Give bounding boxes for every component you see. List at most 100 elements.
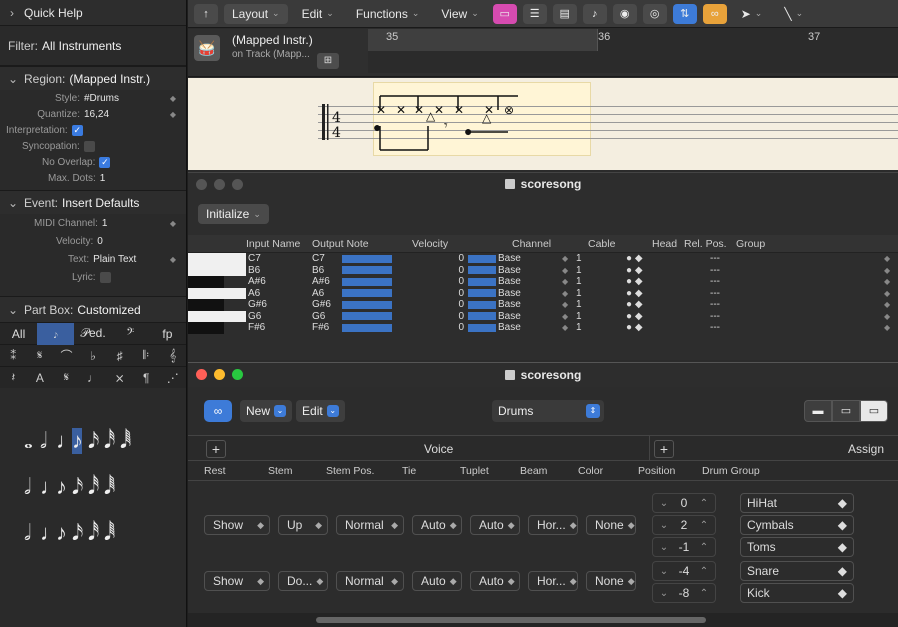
window-titlebar[interactable]: scoresong: [188, 173, 898, 195]
channel-cell[interactable]: Base: [498, 253, 562, 264]
drum-group-popup[interactable]: Cymbals ◆: [740, 515, 854, 535]
piano-key[interactable]: [188, 287, 246, 299]
partbox-tab-notes[interactable]: 𝆕: [37, 322, 75, 345]
inspector-view-icon[interactable]: ▤: [552, 3, 577, 24]
col-input-name[interactable]: Input Name: [246, 238, 312, 250]
view-mode-2[interactable]: ▭: [832, 400, 860, 422]
velocity-bar[interactable]: [468, 266, 498, 275]
symbol-icon[interactable]: 𝄋: [27, 348, 54, 363]
output-note-bar[interactable]: [342, 277, 398, 286]
window-titlebar[interactable]: scoresong: [188, 363, 898, 387]
velocity-prop[interactable]: Velocity: 0: [0, 232, 186, 250]
link-icon[interactable]: ∞: [204, 400, 232, 422]
snap-icon[interactable]: ⇅: [672, 3, 697, 24]
functions-menu[interactable]: Functions ⌄: [348, 4, 428, 24]
velocity-cell[interactable]: 0: [398, 253, 468, 264]
col-rel-pos[interactable]: Rel. Pos.: [684, 238, 736, 250]
velocity-cell[interactable]: 0: [398, 299, 468, 310]
symbol-icon[interactable]: ⨯: [106, 371, 133, 385]
symbol-icon[interactable]: 𝄞: [159, 348, 186, 363]
color-popup[interactable]: None ◆: [586, 571, 636, 591]
col-cable[interactable]: Cable: [588, 238, 652, 250]
ruler[interactable]: 35 36 37: [368, 29, 898, 73]
close-button[interactable]: [196, 369, 207, 380]
velocity-cell[interactable]: 0: [398, 311, 468, 322]
drum-group-popup[interactable]: Snare ◆: [740, 561, 854, 581]
chevron-down-icon[interactable]: ⌄: [657, 520, 671, 531]
table-row[interactable]: B6 B6 0 Base ◆ 1 ● ◆ --- ◆: [188, 264, 898, 276]
chevron-down-icon[interactable]: ⌄: [657, 542, 671, 553]
new-menu[interactable]: New ⌄: [240, 400, 293, 422]
channel-cell[interactable]: Base: [498, 311, 562, 322]
chevron-down-icon[interactable]: ⌄: [657, 566, 671, 577]
group-cell[interactable]: ---: [710, 265, 884, 276]
output-note-bar[interactable]: [342, 300, 398, 309]
filter-view-icon[interactable]: ▭: [492, 3, 517, 24]
head-cell[interactable]: ● ◆: [626, 253, 658, 264]
catch-icon[interactable]: ↑: [194, 3, 218, 24]
partbox-tab-all[interactable]: All: [0, 327, 37, 341]
edit-menu[interactable]: Edit ⌄: [296, 400, 345, 422]
note-icon[interactable]: ♪: [72, 428, 83, 454]
output-note-cell[interactable]: C7: [312, 253, 342, 264]
velocity-cell[interactable]: 0: [398, 265, 468, 276]
chevron-up-icon[interactable]: ⌃: [697, 498, 711, 509]
piano-key[interactable]: [188, 264, 246, 276]
note-icon[interactable]: 𝅘𝅥𝅰: [104, 428, 115, 454]
note-icon[interactable]: 𝅝: [24, 428, 34, 454]
velocity-bar[interactable]: [468, 300, 498, 309]
add-assign-button[interactable]: +: [654, 440, 674, 458]
note-icon[interactable]: 𝅘𝅥𝅰: [88, 474, 99, 500]
piano-key[interactable]: [188, 253, 246, 265]
view-mode-1[interactable]: ▬: [804, 400, 832, 422]
cable-cell[interactable]: 1: [576, 265, 626, 276]
symbol-icon[interactable]: ⋰: [159, 371, 186, 385]
velocity-cell[interactable]: 0: [398, 288, 468, 299]
horizontal-scrollbar[interactable]: [188, 613, 898, 627]
note-icon[interactable]: ♩: [56, 428, 78, 454]
symbol-icon[interactable]: 𝄋: [53, 370, 80, 385]
style-prop[interactable]: Style: #Drums ◆: [0, 90, 186, 106]
rest-popup[interactable]: Show ◆: [204, 571, 270, 591]
channel-cell[interactable]: Base: [498, 322, 562, 333]
drum-set-select[interactable]: Drums ⇕: [492, 400, 604, 422]
table-row[interactable]: G#6 G#6 0 Base ◆ 1 ● ◆ --- ◆: [188, 299, 898, 311]
beam-popup[interactable]: Hor... ◆: [528, 571, 578, 591]
interpretation-checkbox[interactable]: ✓: [71, 124, 83, 136]
channel-cell[interactable]: Base: [498, 299, 562, 310]
piano-key[interactable]: [188, 299, 224, 311]
tie-popup[interactable]: Auto ◆: [412, 515, 462, 535]
velocity-bar[interactable]: [468, 254, 498, 263]
note-icon[interactable]: 𝅘𝅥𝅯: [72, 474, 83, 500]
tie-popup[interactable]: Auto ◆: [412, 571, 462, 591]
velocity-bar[interactable]: [468, 289, 498, 298]
syncopation-checkbox[interactable]: [83, 140, 95, 152]
position-stepper[interactable]: ⌄ 2 ⌃: [652, 515, 716, 535]
partbox-section-header[interactable]: ⌄ Part Box: Customized: [0, 296, 186, 322]
note-icon[interactable]: 𝅘𝅥𝅯: [88, 428, 99, 454]
chevron-down-icon[interactable]: ⌄: [657, 588, 671, 599]
output-note-cell[interactable]: F#6: [312, 322, 342, 333]
group-cell[interactable]: ---: [710, 322, 884, 333]
output-note-bar[interactable]: [342, 312, 398, 321]
position-stepper[interactable]: ⌄ -4 ⌃: [652, 561, 716, 581]
output-note-bar[interactable]: [342, 289, 398, 298]
partbox-tab-clef[interactable]: 𝄢: [112, 326, 149, 341]
velocity-bar[interactable]: [468, 323, 498, 332]
symbol-icon[interactable]: ♯: [106, 349, 133, 363]
head-cell[interactable]: ● ◆: [626, 288, 658, 299]
minimize-button[interactable]: [214, 369, 225, 380]
output-note-cell[interactable]: G#6: [312, 299, 342, 310]
symbol-icon[interactable]: ⌒: [53, 347, 80, 364]
score-staff[interactable]: 4 4 ✕ ✕ ✕ ✕ ✕ ✕ ⊗ ● △ 𝄾 ● △: [188, 78, 898, 170]
position-stepper[interactable]: ⌄ -8 ⌃: [652, 583, 716, 603]
group-cell[interactable]: ---: [710, 253, 884, 264]
note-icon[interactable]: 𝅘𝅥𝅯: [72, 520, 83, 546]
symbol-icon[interactable]: A: [27, 371, 54, 385]
midi-out-icon[interactable]: ◉: [612, 3, 637, 24]
piano-key[interactable]: [188, 310, 246, 322]
add-voice-button[interactable]: +: [206, 440, 226, 458]
chevron-up-icon[interactable]: ⌃: [697, 542, 711, 553]
group-cell[interactable]: ---: [710, 288, 884, 299]
pointer-tool[interactable]: ➤ ⌄: [733, 4, 771, 24]
